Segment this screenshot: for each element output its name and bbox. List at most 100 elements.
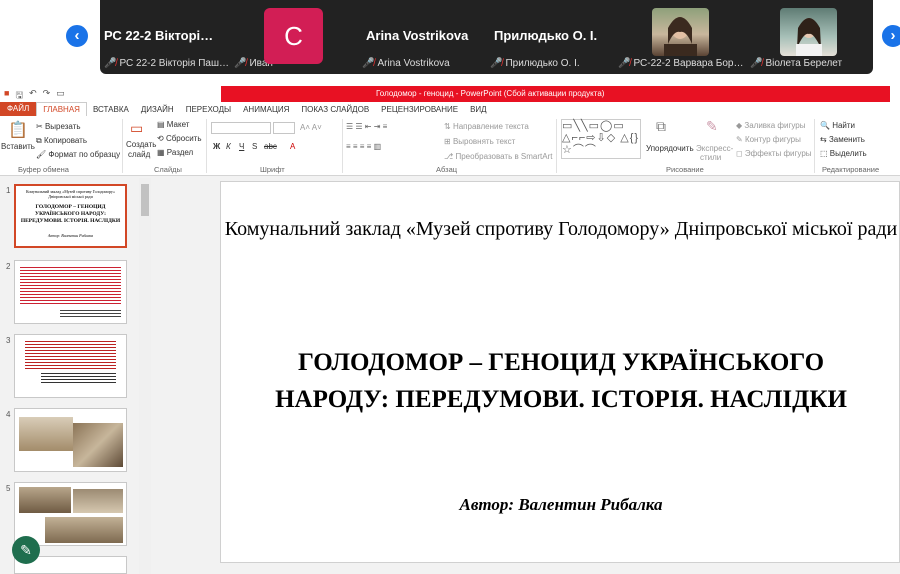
outline-icon: ✎ bbox=[736, 135, 745, 144]
slide-canvas[interactable]: Комунальний заклад «Музей спротиву Голод… bbox=[220, 181, 900, 563]
italic-button[interactable]: К bbox=[226, 142, 231, 151]
section-icon: ▦ bbox=[157, 148, 167, 157]
participant-caption: 🎤̸ Віолета Берелет bbox=[750, 57, 843, 69]
ribbon: 📋 Вставить ✂ Вырезать ⧉ Копировать 🖌 Фор… bbox=[0, 116, 900, 176]
thumbnails-scrollbar[interactable] bbox=[139, 178, 151, 574]
section-button[interactable]: ▦ Раздел bbox=[157, 148, 193, 157]
text-direction-button[interactable]: ⇅ Направление текста bbox=[444, 122, 529, 131]
mic-muted-icon: 🎤̸ bbox=[618, 57, 631, 69]
shape-fill-button[interactable]: ◆ Заливка фигуры bbox=[736, 121, 805, 130]
tab-view[interactable]: ВИД bbox=[464, 105, 493, 114]
font-name-select[interactable] bbox=[211, 122, 271, 134]
replace-button[interactable]: ⇆ Заменить bbox=[820, 135, 865, 144]
slide-thumbnail-3[interactable] bbox=[14, 334, 127, 398]
paste-icon[interactable]: 📋 bbox=[8, 120, 28, 140]
font-color-icon[interactable]: A bbox=[290, 142, 295, 151]
align-text-button[interactable]: ⊞ Выровнять текст bbox=[444, 137, 515, 146]
align-text-icon: ⊞ bbox=[444, 137, 453, 146]
divider bbox=[342, 119, 343, 173]
shape-effects-button[interactable]: ◻ Эффекты фигуры bbox=[736, 149, 812, 158]
smartart-button[interactable]: ⎇ Преобразовать в SmartArt bbox=[444, 152, 553, 161]
bullets-icon[interactable]: ☰ ☰ ⇤ ⇥ ≡ bbox=[346, 122, 387, 131]
reset-button[interactable]: ⟲ Сбросить bbox=[157, 134, 202, 143]
thumbnail-quote-block bbox=[25, 341, 116, 369]
powerpoint-window: ■ 🖫 ↶ ↷ ▭ Голодомор - геноцид - PowerPoi… bbox=[0, 86, 900, 574]
shapes-gallery[interactable]: ▭╲╲▭◯▭ △⌐⌐⇨⇩◇ △{}☆⌒⌒ bbox=[561, 119, 641, 159]
divider bbox=[556, 119, 557, 173]
quick-styles-button[interactable]: Экспресс- bbox=[696, 144, 733, 153]
shape-outline-button[interactable]: ✎ Контур фигуры bbox=[736, 135, 801, 144]
window-title: Голодомор - геноцид - PowerPoint (Сбой а… bbox=[221, 86, 890, 102]
select-button[interactable]: ⬚ Выделить bbox=[820, 149, 867, 158]
new-slide-icon[interactable]: ▭ bbox=[130, 120, 143, 137]
thumbnail-photo bbox=[19, 417, 73, 451]
divider bbox=[814, 119, 815, 173]
participant-caption: 🎤̸ Прилюдько О. І. bbox=[490, 57, 580, 69]
next-participants-button[interactable]: › bbox=[880, 23, 900, 49]
paste-button[interactable]: Вставить bbox=[1, 142, 35, 151]
slide-thumbnail-4[interactable] bbox=[14, 408, 127, 472]
slides-group-label: Слайды bbox=[154, 165, 182, 174]
smartart-icon: ⎇ bbox=[444, 152, 456, 161]
tab-insert[interactable]: ВСТАВКА bbox=[87, 105, 135, 114]
mic-muted-icon: 🎤̸ bbox=[234, 57, 247, 69]
strikethrough-button[interactable]: abc bbox=[264, 142, 277, 151]
editing-group-label: Редактирование bbox=[822, 165, 880, 174]
format-painter-button[interactable]: 🖌 Формат по образцу bbox=[36, 150, 120, 159]
participant-name: РС 22-2 Вікторі… bbox=[104, 28, 214, 43]
copy-icon: ⧉ bbox=[36, 136, 44, 145]
copy-button[interactable]: ⧉ Копировать bbox=[36, 136, 87, 146]
font-group-label: Шрифт bbox=[260, 165, 285, 174]
participant-tile[interactable]: Прилюдько О. І. 🎤̸ Прилюдько О. І. bbox=[490, 0, 620, 74]
participant-tile[interactable]: 🎤̸ Віолета Берелет bbox=[746, 0, 873, 74]
bold-button[interactable]: Ж bbox=[213, 142, 220, 151]
text-direction-icon: ⇅ bbox=[444, 122, 453, 131]
thumbnail-number: 5 bbox=[6, 484, 11, 493]
tab-design[interactable]: ДИЗАЙН bbox=[135, 105, 180, 114]
participant-tile[interactable]: 🎤̸ РС-22-2 Варвара Бор… bbox=[614, 0, 764, 74]
tab-transitions[interactable]: ПЕРЕХОДЫ bbox=[180, 105, 237, 114]
slide-thumbnail-2[interactable] bbox=[14, 260, 127, 324]
align-icon[interactable]: ≡ ≡ ≡ ≡ ▥ bbox=[346, 142, 381, 151]
arrange-icon[interactable]: ⧉ bbox=[656, 118, 666, 135]
arrange-button[interactable]: Упорядочить bbox=[646, 144, 694, 153]
new-slide-button-label[interactable]: слайд bbox=[128, 150, 150, 159]
layout-icon: ▤ bbox=[157, 120, 167, 129]
quick-styles-icon[interactable]: ✎ bbox=[706, 118, 718, 135]
thumbnail-photo bbox=[45, 517, 123, 543]
previous-participants-button[interactable]: ‹ bbox=[64, 23, 90, 49]
scissors-icon: ✂ bbox=[36, 122, 45, 131]
find-button[interactable]: 🔍 Найти bbox=[820, 121, 855, 130]
slide-title: ГОЛОДОМОР – ГЕНОЦИД УКРАЇНСЬКОГО НАРОДУ:… bbox=[275, 349, 847, 413]
font-grow-icon[interactable]: A˄ A˅ bbox=[300, 123, 322, 132]
tab-file[interactable]: ФАЙЛ bbox=[0, 102, 37, 116]
slide-thumbnail-1[interactable]: Комунальний заклад «Музей спротиву Голод… bbox=[14, 184, 127, 248]
scrollbar-thumb[interactable] bbox=[141, 184, 149, 216]
participant-name: Arina Vostrikova bbox=[366, 28, 469, 43]
participant-tile[interactable]: Arina Vostrikova 🎤̸ Arina Vostrikova bbox=[362, 0, 492, 74]
tab-slideshow[interactable]: ПОКАЗ СЛАЙДОВ bbox=[295, 105, 375, 114]
new-slide-button[interactable]: Создать bbox=[126, 140, 156, 149]
replace-icon: ⇆ bbox=[820, 135, 829, 144]
reset-icon: ⟲ bbox=[157, 134, 166, 143]
thumbnail-text-block bbox=[20, 267, 121, 305]
annotate-button[interactable]: ✎ bbox=[12, 536, 40, 564]
quick-styles-button-label[interactable]: стили bbox=[700, 153, 721, 162]
mic-muted-icon: 🎤̸ bbox=[490, 57, 503, 69]
cut-button[interactable]: ✂ Вырезать bbox=[36, 122, 81, 131]
underline-button[interactable]: Ч bbox=[239, 142, 244, 151]
mic-muted-icon: 🎤̸ bbox=[362, 57, 375, 69]
thumbnail-author: Автор: Валентин Рибалка bbox=[47, 233, 94, 238]
shadow-button[interactable]: S bbox=[252, 142, 257, 151]
thumbnail-number: 4 bbox=[6, 410, 11, 419]
meeting-participant-strip: ‹ РС 22-2 Вікторі… 🎤̸ РС 22-2 Вікторія Па… bbox=[0, 0, 900, 86]
tab-animations[interactable]: АНИМАЦИЯ bbox=[237, 105, 295, 114]
participant-caption: 🎤̸ РС 22-2 Вікторія Паш… bbox=[104, 57, 229, 69]
tab-home[interactable]: ГЛАВНАЯ bbox=[36, 102, 87, 116]
tab-review[interactable]: РЕЦЕНЗИРОВАНИЕ bbox=[375, 105, 464, 114]
layout-button[interactable]: ▤ Макет bbox=[157, 120, 189, 129]
thumbnail-quote-author bbox=[41, 373, 116, 383]
font-size-select[interactable] bbox=[273, 122, 295, 134]
slide-thumbnails-pane[interactable]: 1 Комунальний заклад «Музей спротиву Гол… bbox=[0, 178, 152, 574]
clipboard-group-label: Буфер обмена bbox=[18, 165, 69, 174]
